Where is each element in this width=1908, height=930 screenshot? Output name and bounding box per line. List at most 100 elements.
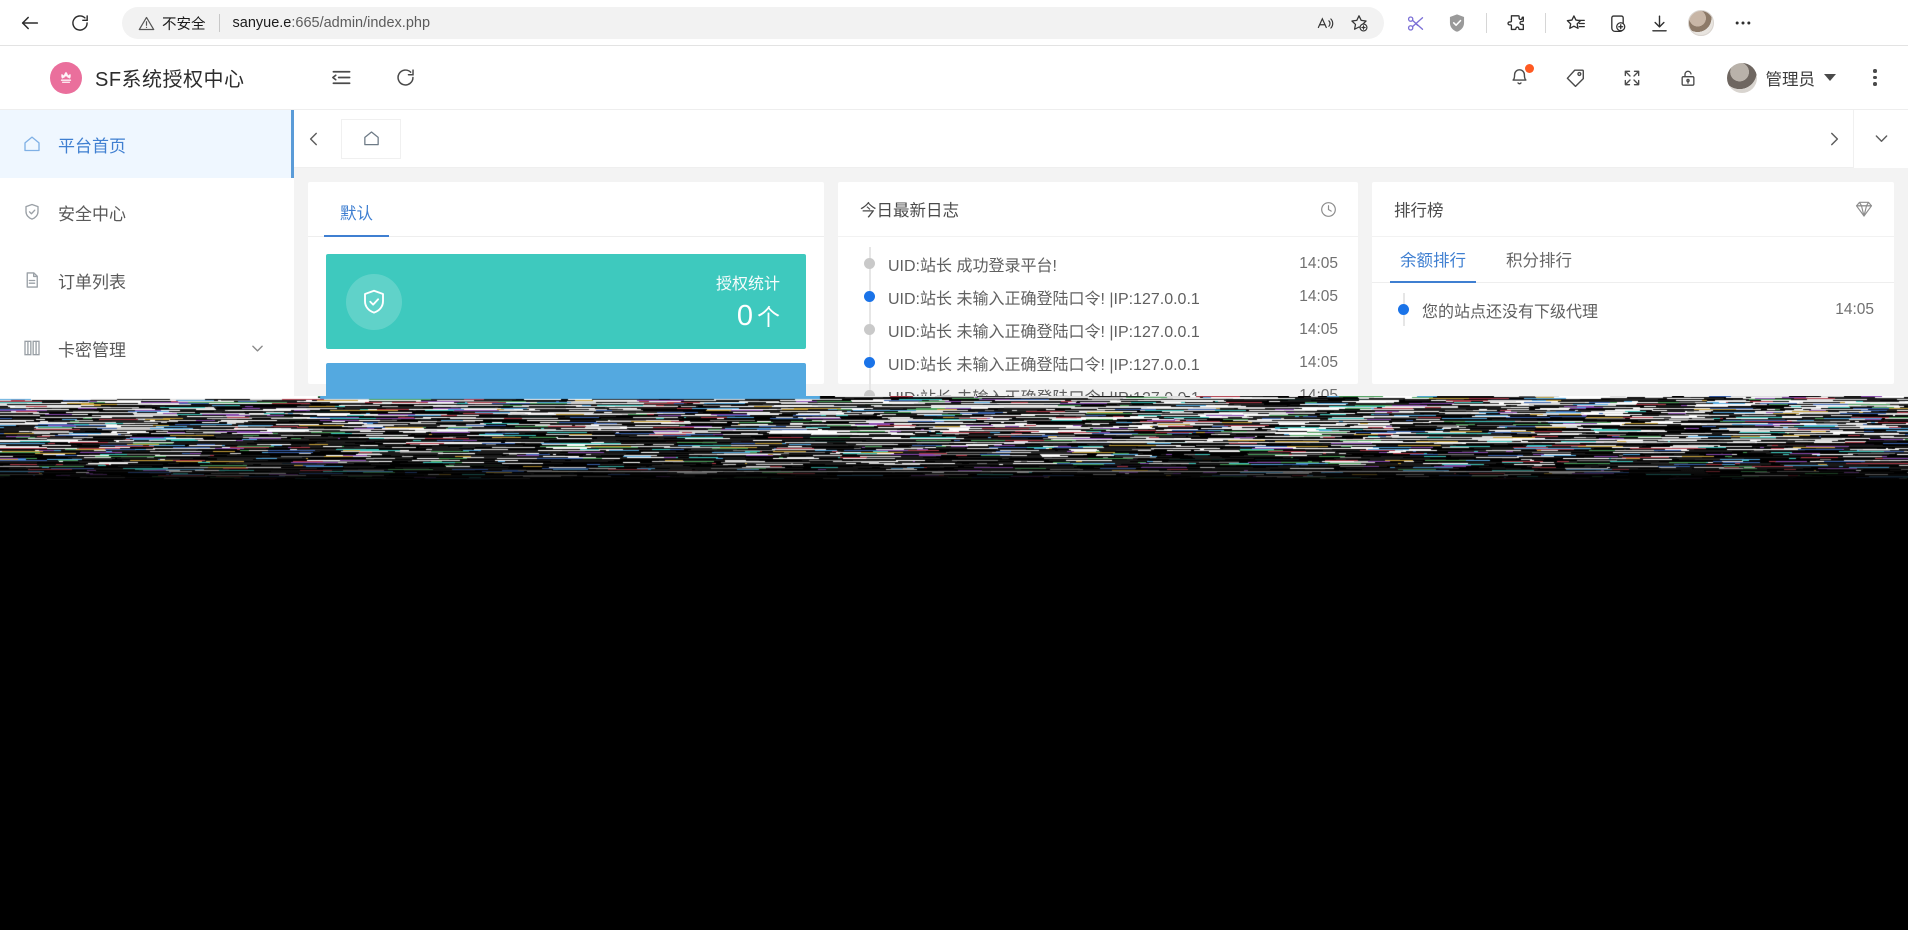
chevron-right-icon[interactable] [1814, 110, 1854, 168]
timeline-marker [862, 247, 888, 280]
tag-icon[interactable] [1555, 57, 1597, 99]
timeline-marker [1396, 293, 1422, 326]
ranking-panel-title: 排行榜 [1394, 202, 1444, 220]
panel-logs: 今日最新日志 UID:站长 成功登录平台! 14:05 UID:站长 未输入正确… [838, 182, 1358, 412]
stat-card-value: 0个 [716, 298, 780, 333]
extension-scissors-icon[interactable] [1398, 6, 1432, 40]
app-title: SF系统授权中心 [95, 69, 245, 91]
sf-logo-lotus-icon [50, 61, 82, 94]
log-message: UID:站长 成功登录平台! [888, 257, 1057, 275]
url-text: sanyue.e:665/admin/index.php [233, 15, 431, 31]
panel-default: 默认 授权统计 0个 [308, 182, 824, 458]
profile-avatar-image [1688, 10, 1714, 36]
toolbar-divider-2 [1545, 13, 1546, 33]
shield-check-icon [346, 273, 402, 330]
notifications-bell-icon[interactable] [1499, 57, 1541, 99]
chevron-down-icon [249, 340, 266, 357]
tabstrip-right-controls [1814, 109, 1908, 168]
lock-icon[interactable] [1667, 57, 1709, 99]
header-actions: 管理员 [1499, 57, 1908, 99]
chevron-down-icon [1824, 74, 1836, 81]
profile-avatar[interactable] [1684, 6, 1718, 40]
collections-icon[interactable] [1600, 6, 1634, 40]
settings-more-icon[interactable] [1726, 6, 1760, 40]
timeline-dot-grey [864, 258, 875, 269]
favorites-icon[interactable] [1558, 6, 1592, 40]
shield-check-icon [22, 202, 52, 222]
user-avatar [1726, 62, 1757, 93]
fullscreen-icon[interactable] [1611, 57, 1653, 99]
collapse-menu-icon[interactable] [320, 57, 362, 99]
url-path: :665/admin/index.php [291, 15, 431, 31]
read-aloud-icon[interactable] [1310, 8, 1340, 38]
stat-card-authorization[interactable]: 授权统计 0个 [326, 254, 806, 349]
black-region [0, 480, 1908, 930]
stat-card-text: 授权统计 0个 [716, 270, 780, 333]
reload-icon[interactable] [60, 3, 100, 43]
panel-ranking: 排行榜 余额排行 积分排行 您的站点还没有下级代理 14:05 [1372, 182, 1894, 384]
timeline-dot-grey [864, 324, 875, 335]
add-favorite-icon[interactable] [1344, 8, 1374, 38]
omnibox-actions [1310, 8, 1374, 38]
sidebar-item-home[interactable]: 平台首页 [0, 110, 294, 178]
sidebar-item-security[interactable]: 安全中心 [0, 178, 294, 246]
log-time: 14:05 [1299, 254, 1338, 272]
log-row: UID:站长 成功登录平台! 14:05 [862, 247, 1338, 280]
default-panel-tabs: 默认 [308, 182, 824, 237]
corrupted-scanline-band [0, 396, 1908, 480]
sidebar-item-label-home: 平台首页 [58, 136, 126, 156]
browser-essentials-icon[interactable] [1499, 6, 1533, 40]
grid-cards-icon [22, 338, 52, 358]
log-message: UID:站长 未输入正确登陆口令! |IP:127.0.0.1 [888, 323, 1200, 341]
stat-card-number: 0 [736, 300, 753, 332]
clock-icon[interactable] [1319, 200, 1338, 219]
toolbar-divider [1486, 13, 1487, 33]
ranking-time: 14:05 [1835, 300, 1874, 318]
browser-extension-icons [1398, 6, 1760, 40]
stat-card-label: 授权统计 [715, 276, 780, 293]
home-icon [22, 134, 52, 154]
screenshot-root: 不安全 sanyue.e:665/admin/index.php SF系统授权中… [0, 0, 1908, 930]
ranking-timeline: 您的站点还没有下级代理 14:05 [1372, 283, 1894, 326]
timeline-dot-blue [1398, 304, 1409, 315]
log-row: UID:站长 未输入正确登陆口令! |IP:127.0.0.1 14:05 [862, 280, 1338, 313]
log-time: 14:05 [1299, 320, 1338, 338]
sidebar-item-cards[interactable]: 卡密管理 [0, 314, 294, 382]
log-row: UID:站长 未输入正确登陆口令! |IP:127.0.0.1 14:05 [862, 313, 1338, 346]
tabstrip-dropdown-icon[interactable] [1854, 109, 1908, 168]
tab-default[interactable]: 默认 [324, 200, 389, 237]
address-bar[interactable]: 不安全 sanyue.e:665/admin/index.php [122, 7, 1384, 39]
ranking-tabs: 余额排行 积分排行 [1372, 237, 1894, 283]
adguard-shield-icon[interactable] [1440, 6, 1474, 40]
dashboard-content: 默认 授权统计 0个 今日最新日志 UID:站长 成功登录平台! 14:05 U… [294, 168, 1908, 458]
tab-points-ranking[interactable]: 积分排行 [1506, 247, 1572, 282]
tab-home[interactable] [342, 119, 400, 158]
downloads-icon[interactable] [1642, 6, 1676, 40]
user-menu[interactable]: 管理员 [1723, 62, 1841, 93]
logs-panel-header: 今日最新日志 [838, 182, 1358, 237]
content-tabstrip [294, 109, 1908, 168]
timeline-marker [862, 346, 888, 379]
notification-badge [1524, 63, 1534, 73]
vertical-dots-icon[interactable] [1854, 57, 1896, 99]
timeline-marker [862, 280, 888, 313]
timeline-marker [862, 313, 888, 346]
url-host: sanyue.e [232, 15, 292, 31]
ranking-message: 您的站点还没有下级代理 [1422, 303, 1599, 321]
refresh-icon[interactable] [384, 57, 426, 99]
tab-balance-ranking[interactable]: 余额排行 [1390, 247, 1476, 283]
app-logo-area[interactable]: SF系统授权中心 [0, 46, 294, 110]
sidebar-item-orders[interactable]: 订单列表 [0, 246, 294, 314]
user-name: 管理员 [1765, 70, 1816, 89]
app-header: SF系统授权中心 管理员 [0, 46, 1908, 110]
sidebar-item-label-cards: 卡密管理 [58, 340, 126, 360]
chevron-left-icon[interactable] [294, 110, 334, 168]
log-message: UID:站长 未输入正确登陆口令! |IP:127.0.0.1 [888, 290, 1200, 308]
back-arrow-icon[interactable] [10, 3, 50, 43]
logs-panel-title: 今日最新日志 [860, 202, 959, 220]
sidebar-item-label-security: 安全中心 [58, 204, 126, 224]
stat-card-unit: 个 [757, 304, 780, 330]
log-message: UID:站长 未输入正确登陆口令! |IP:127.0.0.1 [888, 356, 1200, 374]
security-label: 不安全 [162, 16, 206, 33]
diamond-icon[interactable] [1854, 199, 1874, 219]
